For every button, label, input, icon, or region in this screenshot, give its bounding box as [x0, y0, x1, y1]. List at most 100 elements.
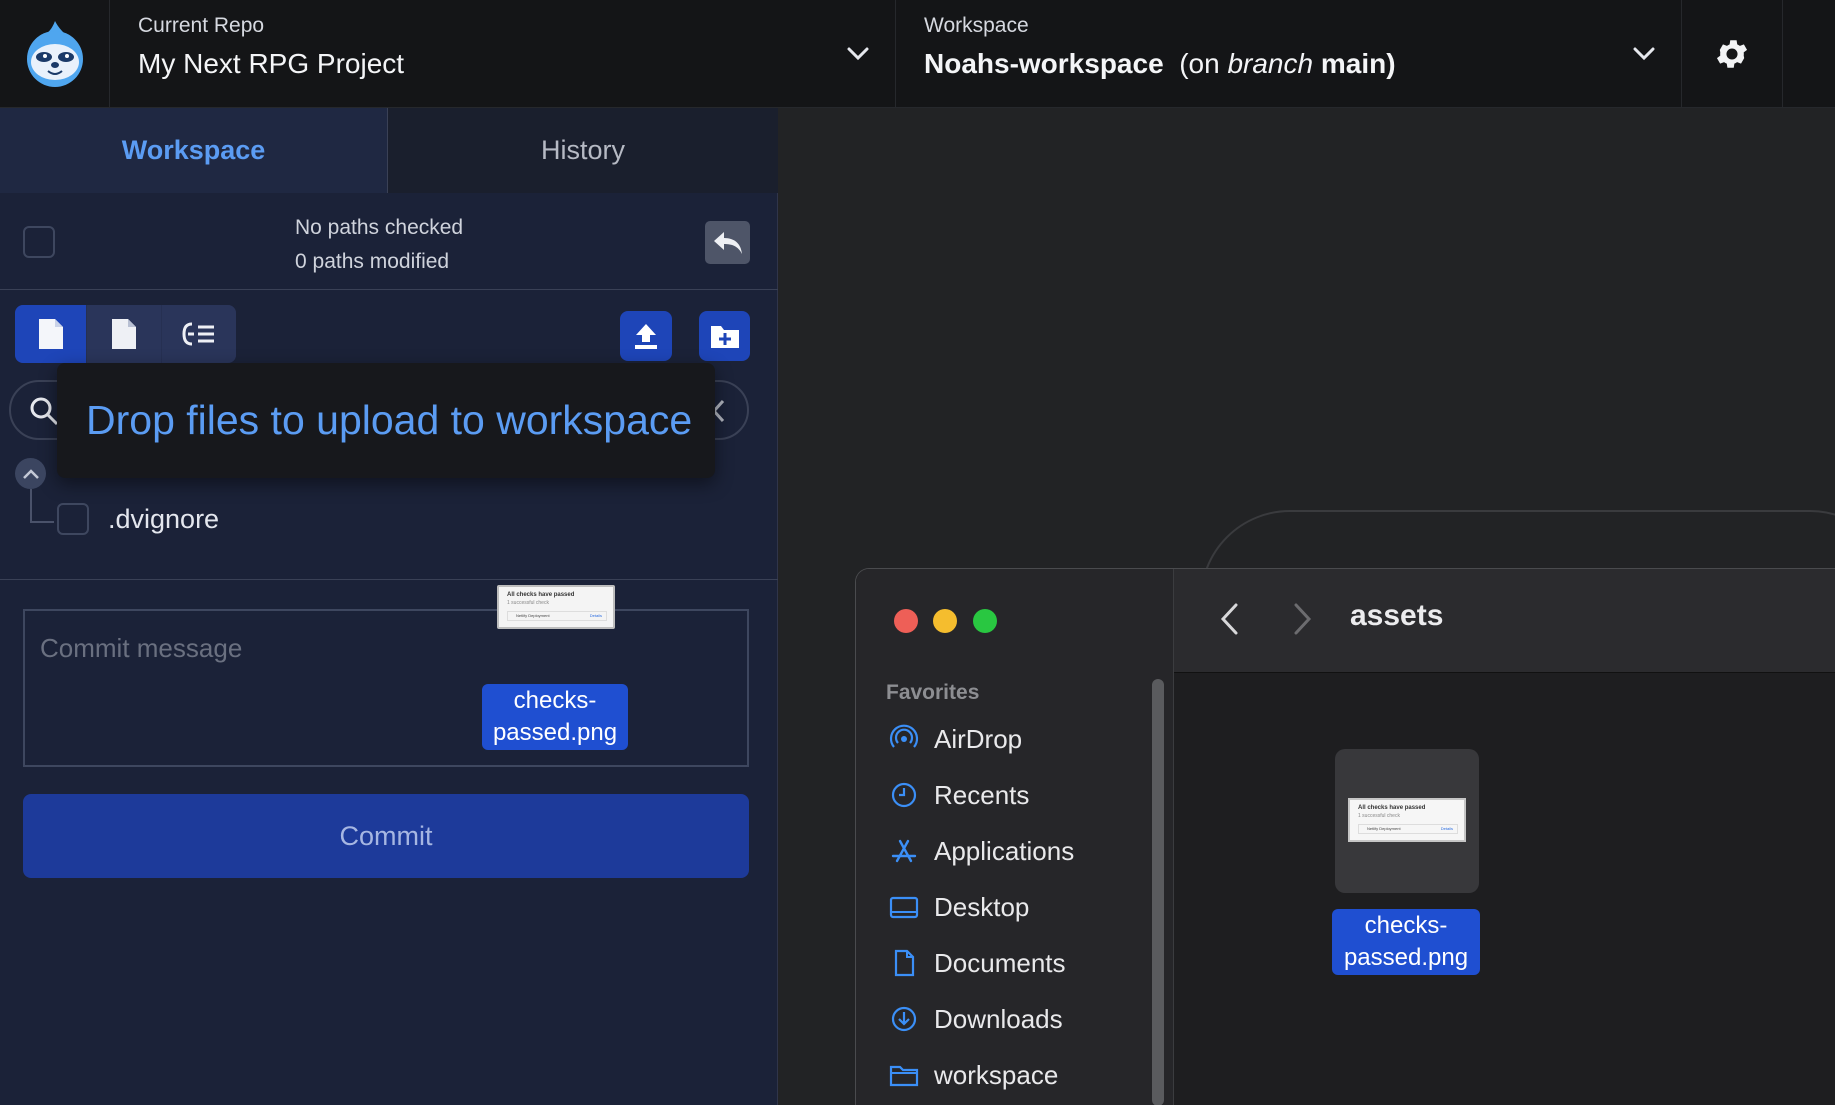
- upload-icon: [635, 324, 657, 349]
- workspace-value: Noahs-workspace (on branch main): [924, 48, 1396, 80]
- sidebar-item-label: Downloads: [934, 1003, 1063, 1034]
- commit-message-input[interactable]: Commit message: [23, 609, 749, 767]
- finder-content: All checks have passed 1 successful chec…: [1174, 673, 1835, 1105]
- file-thumbnail: All checks have passed 1 successful chec…: [1348, 798, 1466, 842]
- tree-connector: [30, 489, 54, 523]
- finder-sidebar: Favorites AirDrop Recents Applications D…: [856, 569, 1174, 1105]
- drop-overlay-text: Drop files to upload to workspace: [86, 397, 693, 443]
- list-tree-icon: [182, 322, 214, 346]
- applications-icon: [889, 836, 919, 866]
- document-icon: [889, 948, 919, 978]
- tab-bar: Workspace History: [0, 108, 778, 193]
- chevron-down-icon[interactable]: [1629, 38, 1659, 68]
- changed-files-view-button[interactable]: [15, 305, 86, 363]
- settings-button[interactable]: [1682, 0, 1783, 108]
- file-name[interactable]: .dvignore: [108, 504, 219, 535]
- finder-toolbar: assets: [1174, 569, 1835, 673]
- branch-word: branch: [1227, 48, 1314, 79]
- divider: [0, 579, 778, 580]
- workspace-name: Noahs-workspace: [924, 48, 1164, 79]
- sidebar-item-desktop[interactable]: Desktop: [889, 887, 1029, 927]
- status-row: No paths checked 0 paths modified: [0, 193, 778, 290]
- branch-name: main): [1320, 48, 1396, 79]
- thumb-row: Netlify Deployment Details: [507, 611, 607, 621]
- workspace-selector[interactable]: Workspace Noahs-workspace (on branch mai…: [896, 0, 1682, 108]
- commit-button[interactable]: Commit: [23, 794, 749, 878]
- search-icon: [30, 397, 59, 426]
- file-checkbox[interactable]: [57, 503, 89, 535]
- file-icon: [112, 319, 136, 349]
- zoom-button[interactable]: [973, 609, 997, 633]
- upload-button[interactable]: [620, 311, 672, 361]
- thumb-subtitle: 1 successful check: [507, 600, 549, 606]
- thumb-title: All checks have passed: [507, 592, 575, 598]
- favorites-label: Favorites: [886, 681, 980, 704]
- branch-prefix: (on: [1179, 48, 1220, 79]
- all-files-view-button[interactable]: [87, 305, 161, 363]
- download-icon: [889, 1004, 919, 1034]
- thumb-link: Details: [1440, 826, 1453, 831]
- sidebar-item-label: Recents: [934, 779, 1030, 810]
- paths-checked: No paths checked: [295, 216, 464, 239]
- new-folder-button[interactable]: [699, 311, 750, 361]
- thumb-subtitle: 1 successful check: [1358, 813, 1400, 819]
- sloth-logo-icon: [26, 21, 83, 87]
- folder-title: assets: [1350, 599, 1444, 632]
- select-all-checkbox[interactable]: [23, 226, 55, 258]
- file-label[interactable]: checks-passed.png: [1332, 909, 1480, 975]
- chevron-down-icon[interactable]: [843, 38, 873, 68]
- desktop-icon: [889, 892, 919, 922]
- sidebar-item-label: Documents: [934, 947, 1066, 978]
- sidebar-scrollbar[interactable]: [1152, 679, 1164, 1105]
- airdrop-icon: [889, 724, 919, 754]
- minimize-button[interactable]: [933, 609, 957, 633]
- view-toggle-group: [15, 305, 236, 363]
- tab-history[interactable]: History: [387, 108, 778, 193]
- sidebar-item-documents[interactable]: Documents: [889, 943, 1066, 983]
- file-icon: [38, 319, 63, 349]
- thumb-row: Netlify Deployment Details: [1358, 824, 1458, 834]
- workspace-label: Workspace: [924, 14, 1029, 37]
- sidebar-item-workspace[interactable]: workspace: [889, 1055, 1058, 1095]
- drag-thumbnail: All checks have passed 1 successful chec…: [497, 585, 615, 629]
- sidebar-item-label: workspace: [934, 1059, 1059, 1090]
- thumb-row-text: Netlify Deployment: [1367, 826, 1401, 831]
- sidebar-item-label: Desktop: [934, 891, 1030, 922]
- collapse-button[interactable]: [15, 458, 46, 489]
- folder-icon: [889, 1060, 919, 1090]
- thumb-row-text: Netlify Deployment: [516, 613, 550, 618]
- list-view-button[interactable]: [162, 305, 236, 363]
- repo-name: My Next RPG Project: [138, 48, 405, 79]
- thumb-link: Details: [589, 613, 602, 618]
- undo-icon: [713, 231, 742, 254]
- drag-label: checks-passed.png: [482, 684, 628, 750]
- repo-label: Current Repo: [138, 14, 265, 37]
- left-panel: Workspace History No paths checked 0 pat…: [0, 108, 778, 1105]
- repo-selector[interactable]: Current Repo My Next RPG Project: [110, 0, 896, 108]
- paths-modified: 0 paths modified: [295, 250, 450, 273]
- chevron-up-icon: [22, 468, 39, 479]
- back-arrow-icon[interactable]: [1218, 601, 1242, 637]
- forward-arrow-icon[interactable]: [1290, 601, 1314, 637]
- sidebar-item-recents[interactable]: Recents: [889, 775, 1029, 815]
- finder-window: Favorites AirDrop Recents Applications D…: [855, 568, 1835, 1105]
- sidebar-item-downloads[interactable]: Downloads: [889, 999, 1063, 1039]
- drop-overlay: Drop files to upload to workspace: [57, 363, 715, 478]
- clock-icon: [889, 780, 919, 810]
- sidebar-item-airdrop[interactable]: AirDrop: [889, 719, 1022, 759]
- file-tile[interactable]: All checks have passed 1 successful chec…: [1335, 749, 1479, 893]
- status-text: No paths checked 0 paths modified: [295, 211, 463, 279]
- close-button[interactable]: [894, 609, 918, 633]
- top-bar: Current Repo My Next RPG Project Workspa…: [0, 0, 1835, 108]
- revert-button[interactable]: [705, 221, 750, 264]
- sidebar-item-label: AirDrop: [934, 723, 1023, 754]
- thumb-title: All checks have passed: [1358, 805, 1426, 811]
- gear-icon: [1716, 40, 1748, 68]
- sidebar-item-label: Applications: [934, 835, 1075, 866]
- tab-workspace[interactable]: Workspace: [0, 108, 387, 193]
- workspace-branch: (on branch main): [1179, 48, 1395, 79]
- folder-plus-icon: [710, 326, 739, 348]
- app-logo[interactable]: [0, 0, 110, 108]
- sidebar-item-applications[interactable]: Applications: [889, 831, 1074, 871]
- commit-placeholder: Commit message: [40, 633, 243, 663]
